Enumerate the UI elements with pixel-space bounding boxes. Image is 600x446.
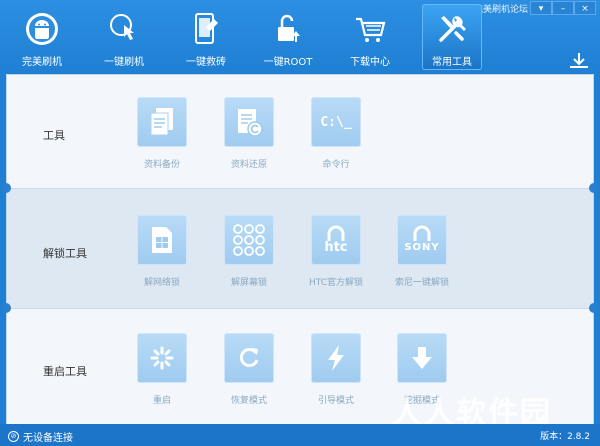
tool-label: 恢复模式 (230, 396, 267, 406)
section-divider-handle (589, 303, 599, 313)
nav-item-common-tools[interactable]: 常用工具 (422, 4, 482, 70)
tool-tile[interactable]: htc (311, 215, 361, 265)
app-window: 完美刷机论坛 ▾ – × 完美刷机 一键刷机 一键救砖 一键ROOT 下载中心 … (0, 0, 600, 446)
tool-label: HTC官方解锁 (308, 278, 364, 288)
no-device-icon: ⊘ (8, 431, 19, 442)
nav-item-label: 下载中心 (350, 57, 390, 68)
reboot-icon (150, 346, 174, 370)
tool-reboot[interactable]: 重启 (127, 333, 197, 406)
tool-tile[interactable] (224, 333, 274, 383)
tools-panel: 工具 资料备份 资料还原 C:\_ 命令行 解锁工具 解网络锁 解屏幕锁 htc… (6, 74, 594, 425)
minimize-icon[interactable]: – (552, 1, 574, 15)
section-divider-handle (1, 303, 11, 313)
tool-label: 命令行 (322, 160, 350, 170)
main-nav: 完美刷机 一键刷机 一键救砖 一键ROOT 下载中心 常用工具 (12, 4, 504, 70)
tool-tile[interactable] (137, 215, 187, 265)
title-bar: 完美刷机论坛 ▾ – × 完美刷机 一键刷机 一键救砖 一键ROOT 下载中心 … (0, 0, 600, 74)
tool-sony-unlock[interactable]: SONY 索尼一键解锁 (387, 215, 457, 288)
touch-icon (110, 14, 134, 40)
tool-tile[interactable] (137, 333, 187, 383)
tool-data-backup[interactable]: 资料备份 (127, 97, 197, 170)
section-divider-handle (589, 183, 599, 193)
download-mode-icon (412, 347, 432, 369)
tool-label: 引导模式 (317, 396, 354, 406)
pattern-lock-icon (233, 224, 265, 256)
nav-item-perfect-flash[interactable]: 完美刷机 (12, 4, 72, 70)
sim-icon (152, 227, 172, 253)
section-title: 工具 (43, 129, 65, 142)
tools-icon (439, 16, 466, 42)
section-tools: 工具 资料备份 资料还原 C:\_ 命令行 (7, 75, 593, 189)
nav-item-label: 常用工具 (432, 57, 472, 68)
device-status-text: 无设备连接 (23, 433, 73, 444)
tool-tile[interactable] (137, 97, 187, 147)
device-status: ⊘ 无设备连接 (8, 429, 73, 444)
tool-label: 解屏幕锁 (230, 278, 267, 288)
tool-htc-unlock[interactable]: htc HTC官方解锁 (301, 215, 371, 288)
cmd-icon: C:\_ (320, 114, 352, 130)
tool-label: 重启 (152, 396, 171, 406)
section-title: 重启工具 (43, 365, 87, 378)
version-label: 版本：2.8.2 (540, 432, 590, 442)
tool-screen-unlock[interactable]: 解屏幕锁 (214, 215, 284, 288)
recovery-icon (239, 348, 259, 367)
nav-item-unbrick[interactable]: 一键救砖 (176, 4, 236, 70)
tool-tile[interactable]: C:\_ (311, 97, 361, 147)
nav-item-root[interactable]: 一键ROOT (258, 4, 318, 70)
section-divider-handle (1, 183, 11, 193)
sony-lock-icon (413, 225, 431, 241)
tool-tile[interactable] (311, 333, 361, 383)
sony-logo-text: SONY (404, 242, 440, 253)
download-icon[interactable] (568, 52, 590, 70)
section-unlock-tools: 解锁工具 解网络锁 解屏幕锁 htc HTC官方解锁 SONY 索尼一键解锁 (7, 189, 593, 309)
tool-command-line[interactable]: C:\_ 命令行 (301, 97, 371, 170)
unlock-icon (278, 14, 300, 42)
nav-item-download-center[interactable]: 下载中心 (340, 4, 400, 70)
tool-label: 资料还原 (230, 160, 267, 170)
tool-tile[interactable] (397, 333, 447, 383)
tool-tile[interactable] (224, 215, 274, 265)
tool-data-restore[interactable]: 资料还原 (214, 97, 284, 170)
close-icon[interactable]: × (574, 1, 596, 15)
nav-item-label: 一键救砖 (186, 57, 226, 68)
nav-item-label: 一键刷机 (104, 57, 144, 68)
nav-item-label: 一键ROOT (263, 57, 313, 68)
nav-item-one-click-flash[interactable]: 一键刷机 (94, 4, 154, 70)
cart-icon (356, 17, 386, 42)
android-icon (26, 13, 58, 45)
bootloader-icon (328, 345, 344, 371)
tool-tile[interactable] (224, 97, 274, 147)
tool-bootloader-mode[interactable]: 引导模式 (301, 333, 371, 406)
nav-item-label: 完美刷机 (22, 57, 62, 68)
htc-lock-icon (327, 225, 345, 241)
backup-icon (150, 108, 173, 136)
section-title: 解锁工具 (43, 247, 87, 260)
tool-label: 解网络锁 (143, 278, 180, 288)
tool-label: 资料备份 (143, 160, 180, 170)
tool-network-unlock[interactable]: 解网络锁 (127, 215, 197, 288)
htc-logo-text: htc (324, 240, 348, 255)
chevron-down-icon[interactable]: ▾ (530, 1, 552, 15)
phone-repair-icon (195, 13, 218, 44)
tool-tile[interactable]: SONY (397, 215, 447, 265)
restore-icon (238, 109, 263, 137)
tool-recovery-mode[interactable]: 恢复模式 (214, 333, 284, 406)
status-bar: ⊘ 无设备连接 版本：2.8.2 (0, 424, 600, 446)
tool-label: 索尼一键解锁 (394, 278, 449, 288)
